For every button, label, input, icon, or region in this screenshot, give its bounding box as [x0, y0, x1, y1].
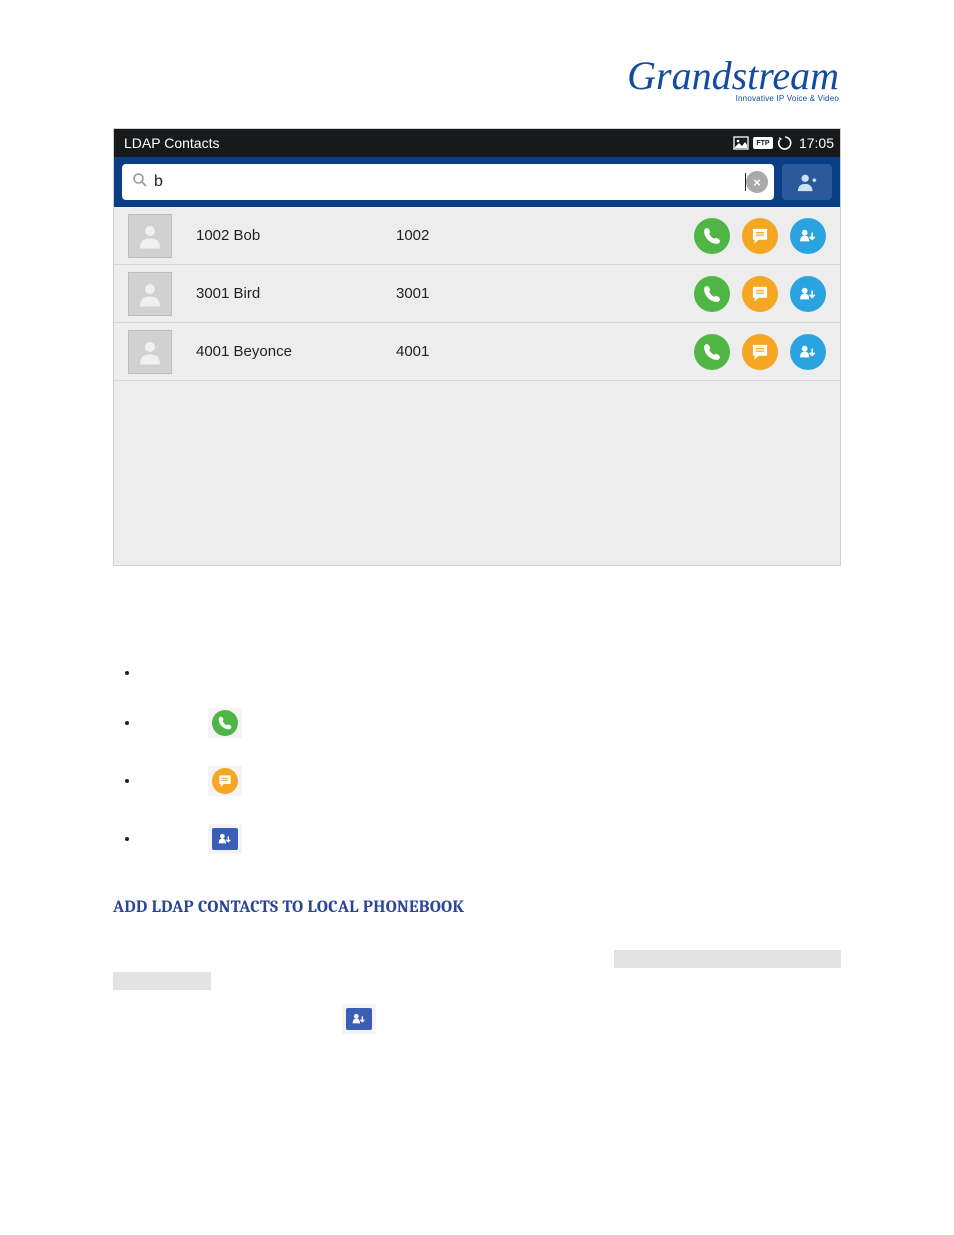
redacted-text [113, 972, 211, 990]
message-button[interactable] [742, 218, 778, 254]
bullet-item [140, 824, 242, 854]
titlebar: LDAP Contacts FTP 17:05 [114, 129, 840, 157]
call-button[interactable] [694, 276, 730, 312]
bullet-item [140, 708, 242, 738]
avatar [128, 272, 172, 316]
brand-logo: Grandstream Innovative IP Voice & Video [627, 58, 839, 103]
image-icon [733, 135, 749, 151]
add-contact-icon [342, 1004, 376, 1034]
add-contact-button[interactable] [782, 164, 832, 200]
message-button[interactable] [742, 276, 778, 312]
bullet-item [140, 664, 242, 680]
search-bar: b × [114, 157, 840, 207]
contact-name: 1002 Bob [196, 227, 396, 244]
contact-number: 4001 [396, 343, 556, 360]
search-input[interactable]: b [154, 173, 744, 191]
contact-name: 3001 Bird [196, 285, 396, 302]
bullet-item [140, 766, 242, 796]
call-icon [208, 708, 242, 738]
contact-row[interactable]: 3001 Bird 3001 [114, 265, 840, 323]
clear-search-button[interactable]: × [746, 171, 768, 193]
call-button[interactable] [694, 334, 730, 370]
feature-bullets [140, 664, 242, 882]
contact-number: 1002 [396, 227, 556, 244]
clock-time: 17:05 [799, 135, 834, 151]
save-contact-button[interactable] [790, 276, 826, 312]
avatar [128, 214, 172, 258]
message-button[interactable] [742, 334, 778, 370]
refresh-icon [777, 135, 793, 151]
search-input-container[interactable]: b × [122, 164, 774, 200]
call-button[interactable] [694, 218, 730, 254]
brand-logo-text: Grandstream [627, 58, 839, 94]
contact-name: 4001 Beyonce [196, 343, 396, 360]
redacted-text [614, 950, 841, 968]
ldap-contacts-screenshot: LDAP Contacts FTP 17:05 b × 100 [113, 128, 841, 566]
window-title: LDAP Contacts [124, 135, 219, 151]
contact-list: 1002 Bob 1002 3001 Bird 3001 4001 Beyonc… [114, 207, 840, 565]
section-heading: ADD LDAP CONTACTS TO LOCAL PHONEBOOK [113, 898, 464, 917]
contact-row[interactable]: 4001 Beyonce 4001 [114, 323, 840, 381]
search-icon [132, 172, 148, 193]
add-contact-icon [208, 824, 242, 854]
avatar [128, 330, 172, 374]
save-contact-button[interactable] [790, 218, 826, 254]
message-icon [208, 766, 242, 796]
contact-row[interactable]: 1002 Bob 1002 [114, 207, 840, 265]
save-contact-button[interactable] [790, 334, 826, 370]
ftp-badge: FTP [753, 137, 773, 149]
contact-number: 3001 [396, 285, 556, 302]
